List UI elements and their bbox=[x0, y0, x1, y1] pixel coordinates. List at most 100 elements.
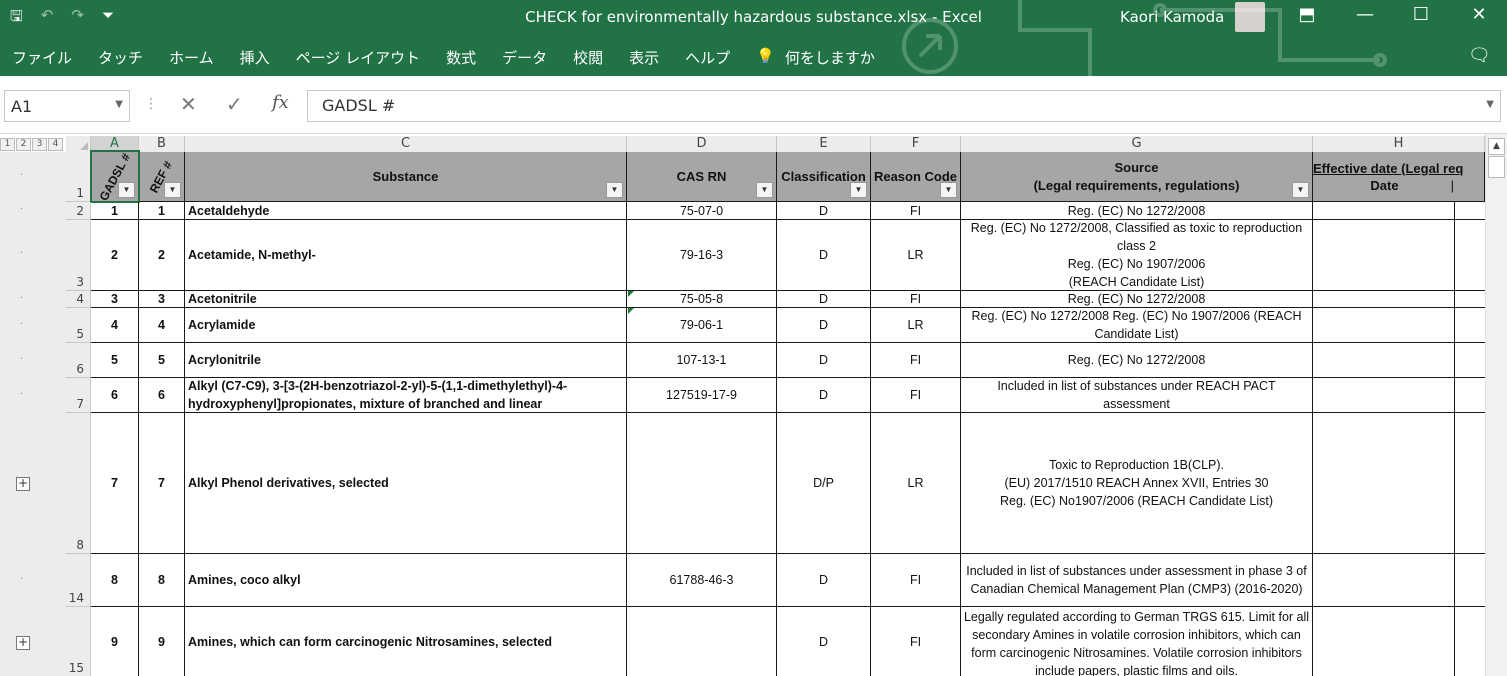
column-header-c[interactable]: C bbox=[185, 136, 627, 152]
name-box-dropdown-icon[interactable]: ▼ bbox=[115, 99, 123, 110]
cell-source[interactable]: Reg. (EC) No 1272/2008 Reg. (EC) No 1907… bbox=[961, 308, 1313, 343]
cell-classification[interactable]: D bbox=[777, 343, 871, 378]
cell-source[interactable]: Reg. (EC) No 1272/2008 bbox=[961, 202, 1313, 220]
cell-effective-date[interactable] bbox=[1313, 378, 1455, 413]
column-header-h[interactable]: H bbox=[1313, 136, 1485, 152]
cell-substance[interactable]: Acetamide, N-methyl- bbox=[185, 220, 627, 291]
cell-effective-date-2[interactable] bbox=[1455, 378, 1485, 413]
cell-source[interactable]: Reg. (EC) No 1272/2008, Classified as to… bbox=[961, 220, 1313, 291]
outline-level-1-button[interactable]: 1 bbox=[0, 138, 15, 151]
tab-home[interactable]: ホーム bbox=[169, 47, 214, 68]
filter-dropdown-icon[interactable]: ▼ bbox=[940, 182, 957, 198]
tab-formulas[interactable]: 数式 bbox=[446, 47, 476, 68]
worksheet-grid[interactable]: 1 2 3 4 A B C D E F G H 1 · GADSL # ▼ REF… bbox=[0, 134, 1507, 676]
cell-ref[interactable]: 8 bbox=[139, 554, 185, 607]
tab-help[interactable]: ヘルプ bbox=[685, 47, 730, 68]
header-classification[interactable]: Classification ▼ bbox=[777, 152, 871, 202]
cell-classification[interactable]: D bbox=[777, 607, 871, 676]
tell-me-search[interactable]: 💡 何をしますか bbox=[756, 47, 875, 68]
expand-group-button[interactable]: + bbox=[16, 477, 30, 491]
cell-cas-rn[interactable]: 61788-46-3 bbox=[627, 554, 777, 607]
select-all-corner[interactable] bbox=[66, 136, 91, 152]
outline-level-4-button[interactable]: 4 bbox=[48, 138, 63, 151]
cell-substance[interactable]: Acrylamide bbox=[185, 308, 627, 343]
column-header-b[interactable]: B bbox=[139, 136, 185, 152]
filter-dropdown-icon[interactable]: ▼ bbox=[606, 182, 623, 198]
cell-ref[interactable]: 9 bbox=[139, 607, 185, 676]
tab-page-layout[interactable]: ページ レイアウト bbox=[296, 47, 420, 68]
save-icon[interactable]: 🖫 bbox=[10, 6, 23, 31]
cell-cas-rn[interactable]: 75-05-8 bbox=[627, 291, 777, 308]
row-header-14[interactable]: 14 bbox=[66, 554, 91, 607]
row-header-1[interactable]: 1 bbox=[66, 152, 91, 202]
header-substance[interactable]: Substance ▼ bbox=[185, 152, 627, 202]
header-cas-rn[interactable]: CAS RN ▼ bbox=[627, 152, 777, 202]
cell-gadsl[interactable]: 1 bbox=[91, 202, 139, 220]
cell-reason-code[interactable]: FI bbox=[871, 343, 961, 378]
filter-dropdown-icon[interactable]: ▼ bbox=[1292, 182, 1309, 198]
cell-effective-date-2[interactable] bbox=[1455, 220, 1485, 291]
row-header-5[interactable]: 5 bbox=[66, 308, 91, 343]
row-header-8[interactable]: 8 bbox=[66, 413, 91, 554]
cell-effective-date[interactable] bbox=[1313, 291, 1455, 308]
cell-source[interactable]: Reg. (EC) No 1272/2008 bbox=[961, 343, 1313, 378]
row-header-2[interactable]: 2 bbox=[66, 202, 91, 220]
cell-gadsl[interactable]: 6 bbox=[91, 378, 139, 413]
row-header-7[interactable]: 7 bbox=[66, 378, 91, 413]
expand-group-button[interactable]: + bbox=[16, 636, 30, 650]
cell-effective-date[interactable] bbox=[1313, 343, 1455, 378]
cell-gadsl[interactable]: 3 bbox=[91, 291, 139, 308]
cell-substance[interactable]: Alkyl Phenol derivatives, selected bbox=[185, 413, 627, 554]
cell-cas-rn[interactable]: 75-07-0 bbox=[627, 202, 777, 220]
cell-effective-date[interactable] bbox=[1313, 202, 1455, 220]
scroll-up-button[interactable]: ▲ bbox=[1488, 138, 1505, 155]
column-header-d[interactable]: D bbox=[627, 136, 777, 152]
cell-substance[interactable]: Acetonitrile bbox=[185, 291, 627, 308]
cell-gadsl[interactable]: 8 bbox=[91, 554, 139, 607]
cell-source[interactable]: Legally regulated according to German TR… bbox=[961, 607, 1313, 676]
header-source[interactable]: Source (Legal requirements, regulations)… bbox=[961, 152, 1313, 202]
cell-reason-code[interactable]: LR bbox=[871, 413, 961, 554]
cell-gadsl[interactable]: 4 bbox=[91, 308, 139, 343]
redo-icon[interactable]: ↷ bbox=[71, 6, 84, 31]
row-header-3[interactable]: 3 bbox=[66, 220, 91, 291]
header-reason-code[interactable]: Reason Code ▼ bbox=[871, 152, 961, 202]
cell-reason-code[interactable]: LR bbox=[871, 220, 961, 291]
cell-ref[interactable]: 2 bbox=[139, 220, 185, 291]
cell-source[interactable]: Toxic to Reproduction 1B(CLP). (EU) 2017… bbox=[961, 413, 1313, 554]
outline-level-2-button[interactable]: 2 bbox=[16, 138, 31, 151]
column-header-a[interactable]: A bbox=[91, 136, 139, 152]
tab-touch[interactable]: タッチ bbox=[98, 47, 143, 68]
comments-icon[interactable]: 🗨 bbox=[1468, 45, 1491, 66]
cell-ref[interactable]: 6 bbox=[139, 378, 185, 413]
cell-classification[interactable]: D bbox=[777, 202, 871, 220]
cell-cas-rn[interactable]: 79-16-3 bbox=[627, 220, 777, 291]
cell-substance[interactable]: Alkyl (C7-C9), 3-[3-(2H-benzotriazol-2-y… bbox=[185, 378, 627, 413]
tab-review[interactable]: 校閲 bbox=[573, 47, 603, 68]
tab-data[interactable]: データ bbox=[502, 47, 547, 68]
vertical-scrollbar[interactable]: ▲ bbox=[1485, 134, 1507, 676]
cell-cas-rn[interactable] bbox=[627, 413, 777, 554]
tab-insert[interactable]: 挿入 bbox=[240, 47, 270, 68]
close-button[interactable]: ✕ bbox=[1464, 4, 1494, 25]
cell-reason-code[interactable]: FI bbox=[871, 554, 961, 607]
cell-effective-date-2[interactable] bbox=[1455, 607, 1485, 676]
cell-gadsl[interactable]: 2 bbox=[91, 220, 139, 291]
cell-effective-date-2[interactable] bbox=[1455, 308, 1485, 343]
cell-gadsl[interactable]: 7 bbox=[91, 413, 139, 554]
error-indicator-icon[interactable] bbox=[628, 291, 634, 297]
cell-substance[interactable]: Acrylonitrile bbox=[185, 343, 627, 378]
header-effective-date[interactable]: Effective date (Legal req Date | bbox=[1313, 152, 1485, 202]
cell-effective-date[interactable] bbox=[1313, 220, 1455, 291]
enter-icon[interactable]: ✓ bbox=[226, 92, 243, 116]
cell-ref[interactable]: 1 bbox=[139, 202, 185, 220]
cell-gadsl[interactable]: 9 bbox=[91, 607, 139, 676]
cell-effective-date-2[interactable] bbox=[1455, 202, 1485, 220]
cell-reason-code[interactable]: LR bbox=[871, 308, 961, 343]
row-header-4[interactable]: 4 bbox=[66, 291, 91, 308]
name-box[interactable]: A1 ▼ bbox=[4, 90, 130, 122]
cell-classification[interactable]: D bbox=[777, 291, 871, 308]
cell-classification[interactable]: D bbox=[777, 308, 871, 343]
cell-substance[interactable]: Amines, which can form carcinogenic Nitr… bbox=[185, 607, 627, 676]
customize-qat-icon[interactable]: ⏷ bbox=[102, 6, 114, 31]
